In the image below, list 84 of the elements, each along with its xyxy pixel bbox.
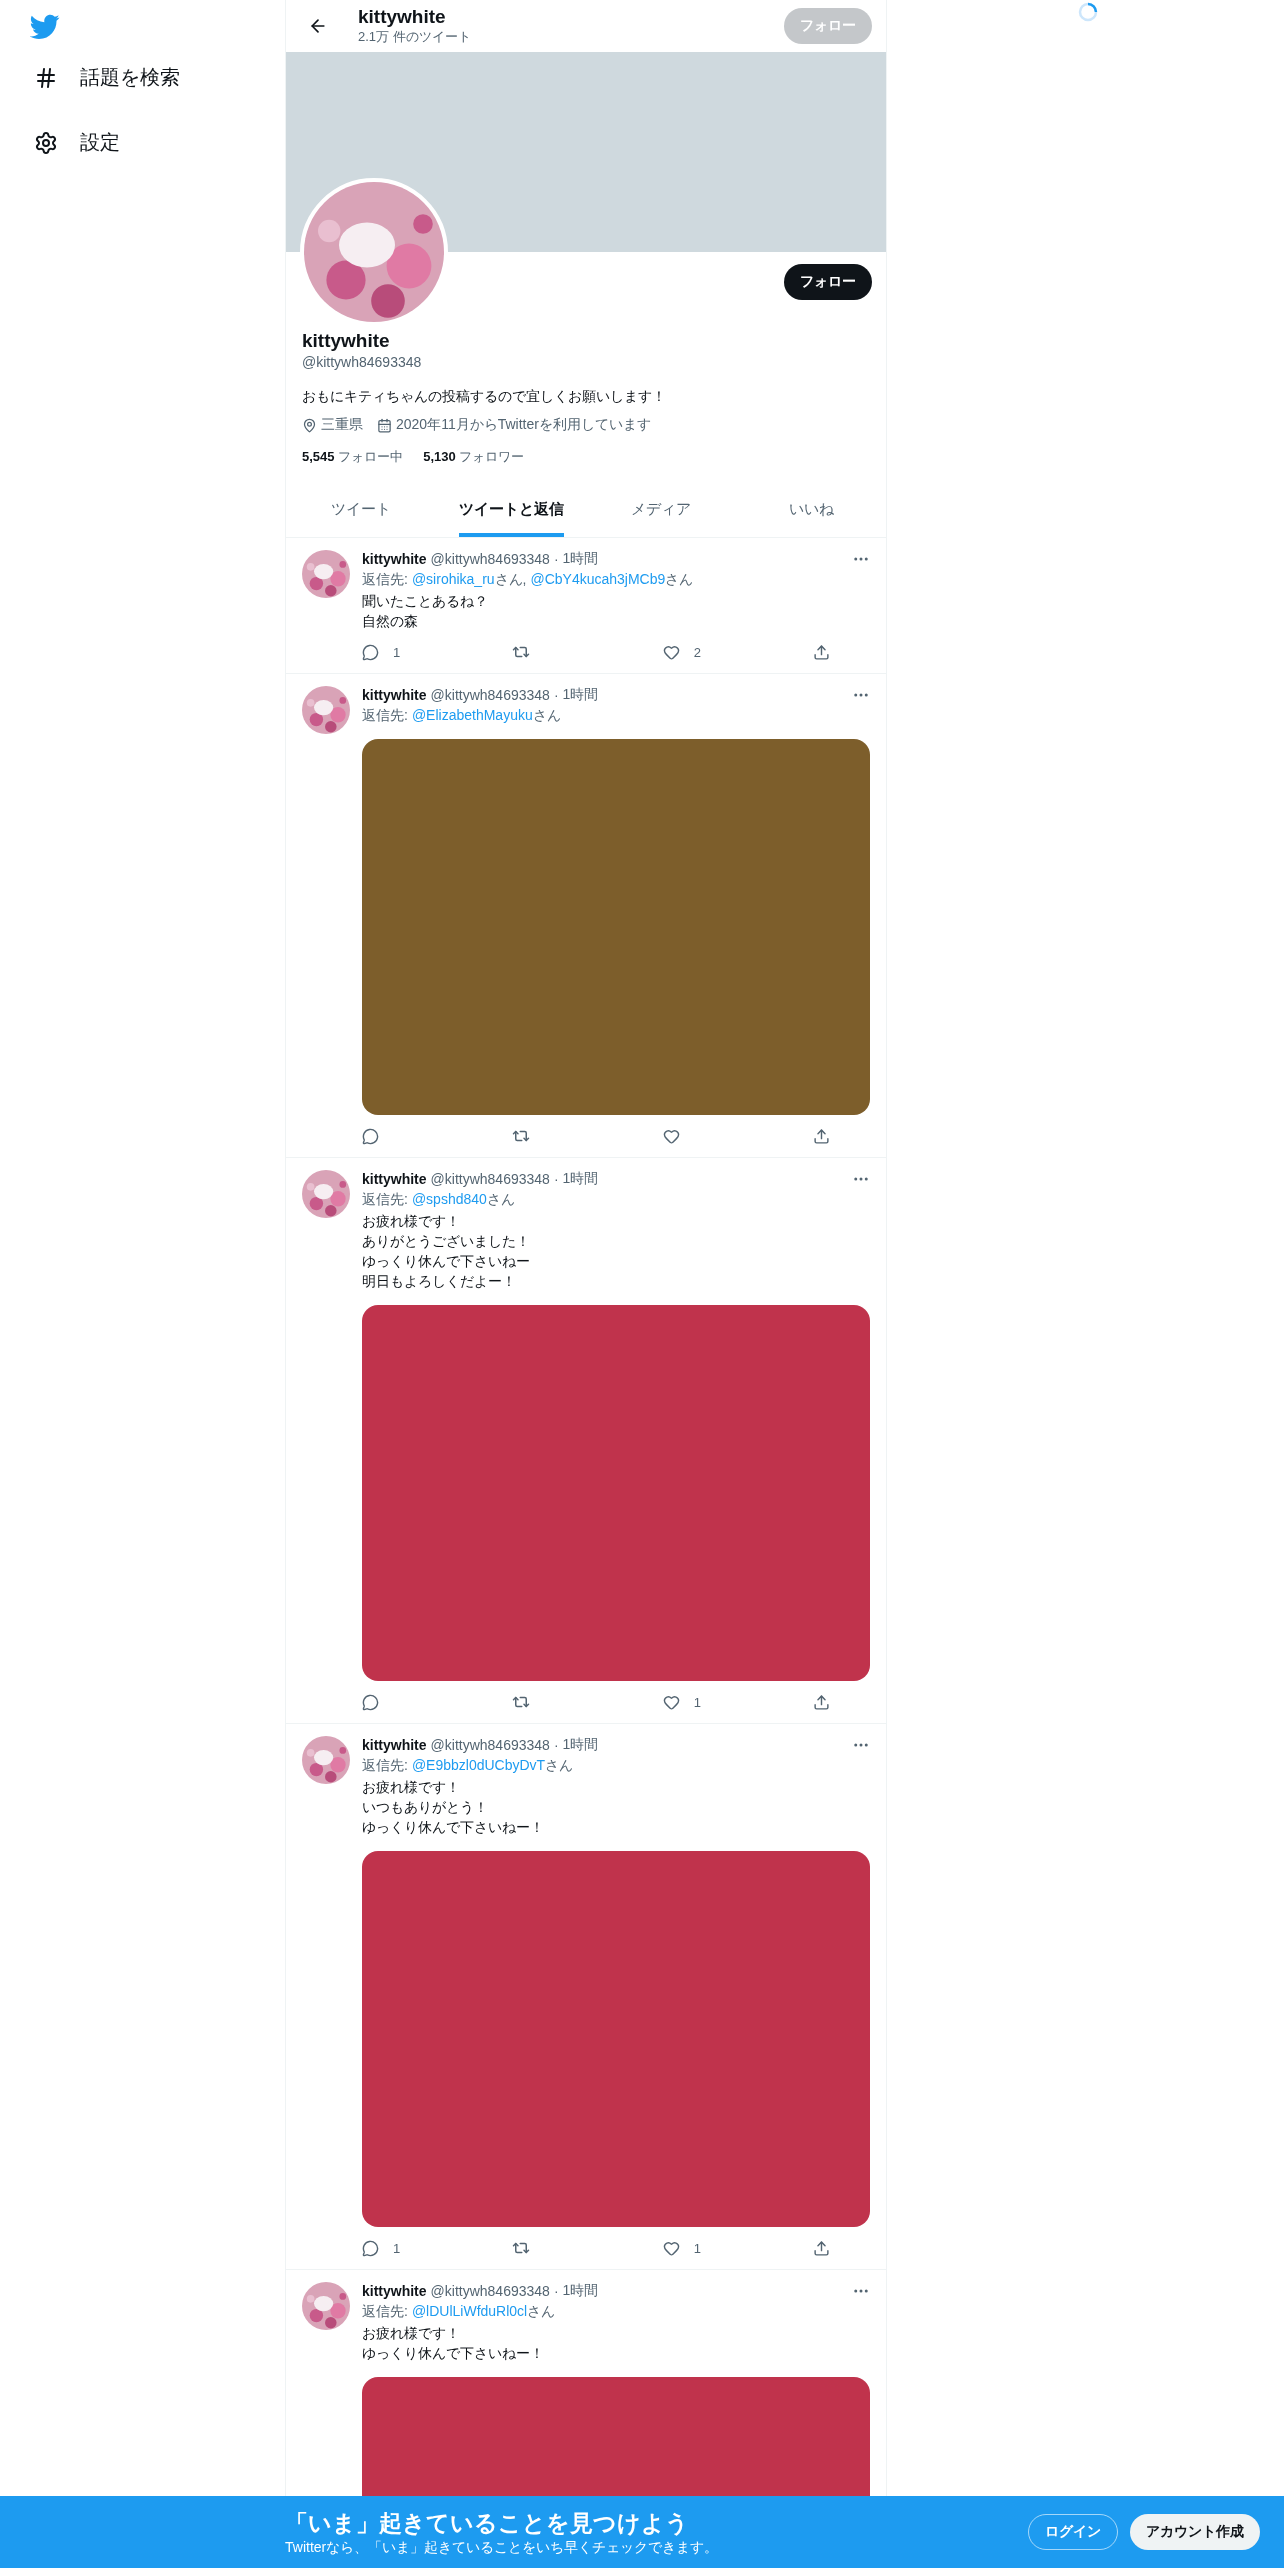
separator-dot: · (553, 2283, 559, 2299)
mention-suffix: さん (486, 1191, 515, 1209)
reply-label: 返信先: (362, 571, 408, 589)
mention-suffix: さん, (494, 571, 527, 589)
tweet-text: ありがとうございました！ (362, 1232, 531, 1251)
share-icon[interactable] (813, 2239, 830, 2257)
sidebar-item[interactable]: 話題を検索 (30, 50, 184, 105)
tweet-time: 1時間 (562, 1736, 599, 1754)
tweet-text: 聞いたことあるね？ (362, 592, 489, 611)
tweet-text: 明日もよろしくだよー！ (362, 1272, 517, 1291)
reply-icon[interactable] (362, 1693, 379, 1711)
mention-suffix: さん (665, 571, 694, 589)
reply-icon[interactable] (362, 2239, 379, 2257)
share-icon[interactable] (813, 1693, 830, 1711)
profile-tab[interactable]: ツイートと返信 (458, 484, 564, 537)
sidebar-item[interactable]: 設定 (30, 115, 124, 170)
like-icon[interactable] (662, 2239, 680, 2257)
profile-tab[interactable]: メディア (631, 484, 691, 537)
reply-count: 1 (393, 2240, 401, 2256)
profile-name: kittywhite (302, 330, 391, 352)
join-date: 2020年11月からTwitterを利用しています (396, 416, 651, 434)
profile-bio: おもにキティちゃんの投稿するので宜しくお願いします！ (302, 388, 667, 406)
tweet-text: ゆっくり休んで下さいねー！ (362, 1818, 545, 1837)
tweet-text: ゆっくり休んで下さいねー (362, 1252, 531, 1271)
reply-label: 返信先: (362, 2303, 408, 2321)
profile-location: 三重県 (321, 416, 363, 434)
like-icon[interactable] (662, 643, 680, 661)
tweet-text: いつもありがとう！ (362, 1798, 489, 1817)
follow-button[interactable]: フォロー (784, 264, 872, 300)
author-handle: @kittywh84693348 (430, 1737, 550, 1753)
followers-count[interactable]: 5,130 フォロワー (423, 448, 525, 466)
like-count: 2 (693, 644, 701, 660)
tweet-time: 1時間 (562, 550, 599, 568)
author-name: kittywhite (362, 551, 427, 567)
separator-dot: · (553, 551, 559, 567)
reply-icon[interactable] (362, 643, 379, 661)
bird-logo-icon[interactable] (30, 14, 60, 40)
tweet-time: 1時間 (562, 686, 599, 704)
reply-label: 返信先: (362, 707, 408, 725)
author-name: kittywhite (362, 1737, 427, 1753)
tweet-count: 2.1万 件のツイート (358, 28, 472, 46)
profile-tab[interactable]: いいね (788, 484, 834, 537)
tweet-text: ゆっくり休んで下さいねー！ (362, 2344, 545, 2363)
profile-tab[interactable]: ツイート (331, 484, 391, 537)
share-icon[interactable] (813, 643, 830, 661)
banner-title: 「いま」起きていることを見つけよう (285, 2508, 690, 2538)
like-icon[interactable] (662, 1693, 680, 1711)
author-handle: @kittywh84693348 (430, 687, 550, 703)
hashtag-icon (34, 65, 58, 90)
separator-dot: · (553, 1737, 559, 1753)
separator-dot: · (553, 687, 559, 703)
author-handle: @kittywh84693348 (430, 1171, 550, 1187)
profile-name: kittywhite (358, 6, 447, 28)
signup-button[interactable]: アカウント作成 (1130, 2514, 1260, 2550)
banner-subtitle: Twitterなら、「いま」起きていることをいち早くチェックできます。 (285, 2538, 720, 2557)
reply-label: 返信先: (362, 1757, 408, 1775)
tweet-time: 1時間 (562, 2282, 599, 2300)
like-count: 1 (693, 2240, 701, 2256)
tweet-time: 1時間 (562, 1170, 599, 1188)
following-count[interactable]: 5,545 フォロー中 (302, 448, 404, 466)
mention-suffix: さん (545, 1757, 574, 1775)
author-handle: @kittywh84693348 (430, 2283, 550, 2299)
share-icon[interactable] (813, 1127, 830, 1145)
settings-icon (34, 130, 58, 155)
reply-label: 返信先: (362, 1191, 408, 1209)
reply-icon[interactable] (362, 1127, 379, 1145)
location-pin-icon (302, 417, 317, 433)
tweet-text: お疲れ様です！ (362, 1212, 461, 1231)
reply-count: 1 (393, 644, 401, 660)
author-name: kittywhite (362, 2283, 427, 2299)
loading-spinner-icon (1078, 2, 1098, 22)
mention-suffix: さん (532, 707, 561, 725)
tweet-text: 自然の森 (362, 612, 419, 631)
tweet-text: お疲れ様です！ (362, 2324, 461, 2343)
calendar-icon (377, 417, 392, 433)
author-name: kittywhite (362, 687, 427, 703)
like-icon[interactable] (662, 1127, 680, 1145)
author-name: kittywhite (362, 1171, 427, 1187)
like-count: 1 (693, 1694, 701, 1710)
tweet-text: お疲れ様です！ (362, 1778, 461, 1797)
author-handle: @kittywh84693348 (430, 551, 550, 567)
separator-dot: · (553, 1171, 559, 1187)
profile-handle: @kittywh84693348 (302, 354, 423, 370)
mention-suffix: さん (527, 2303, 556, 2321)
